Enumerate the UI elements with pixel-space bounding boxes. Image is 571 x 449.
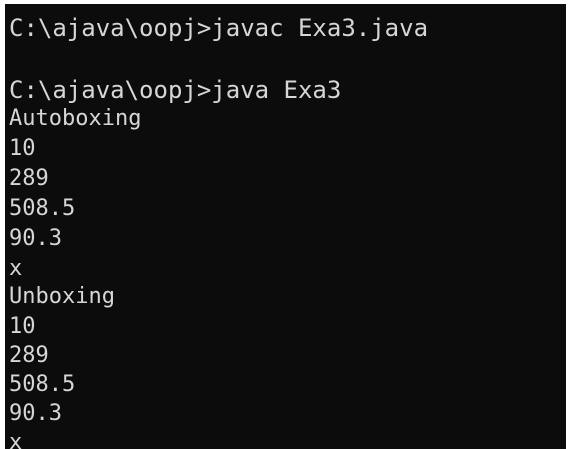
output-line: 289 <box>9 166 49 191</box>
output-line: x <box>9 430 23 449</box>
command-line-javac: C:\ajava\oopj>javac Exa3.java <box>9 14 429 42</box>
output-line: 90.3 <box>9 401 62 426</box>
output-line: 508.5 <box>9 196 76 221</box>
output-line: 90.3 <box>9 226 62 251</box>
output-line: x <box>9 256 23 281</box>
command-line-java: C:\ajava\oopj>java Exa3 <box>9 76 342 104</box>
output-line: 10 <box>9 314 36 339</box>
screenshot-frame: C:\ajava\oopj>javac Exa3.java C:\ajava\o… <box>0 0 571 449</box>
output-line: 10 <box>9 136 36 161</box>
output-line: 289 <box>9 343 49 368</box>
console-window[interactable]: C:\ajava\oopj>javac Exa3.java C:\ajava\o… <box>5 4 566 449</box>
output-heading-autoboxing: Autoboxing <box>9 106 142 131</box>
output-line: 508.5 <box>9 372 76 397</box>
output-heading-unboxing: Unboxing <box>9 284 115 309</box>
